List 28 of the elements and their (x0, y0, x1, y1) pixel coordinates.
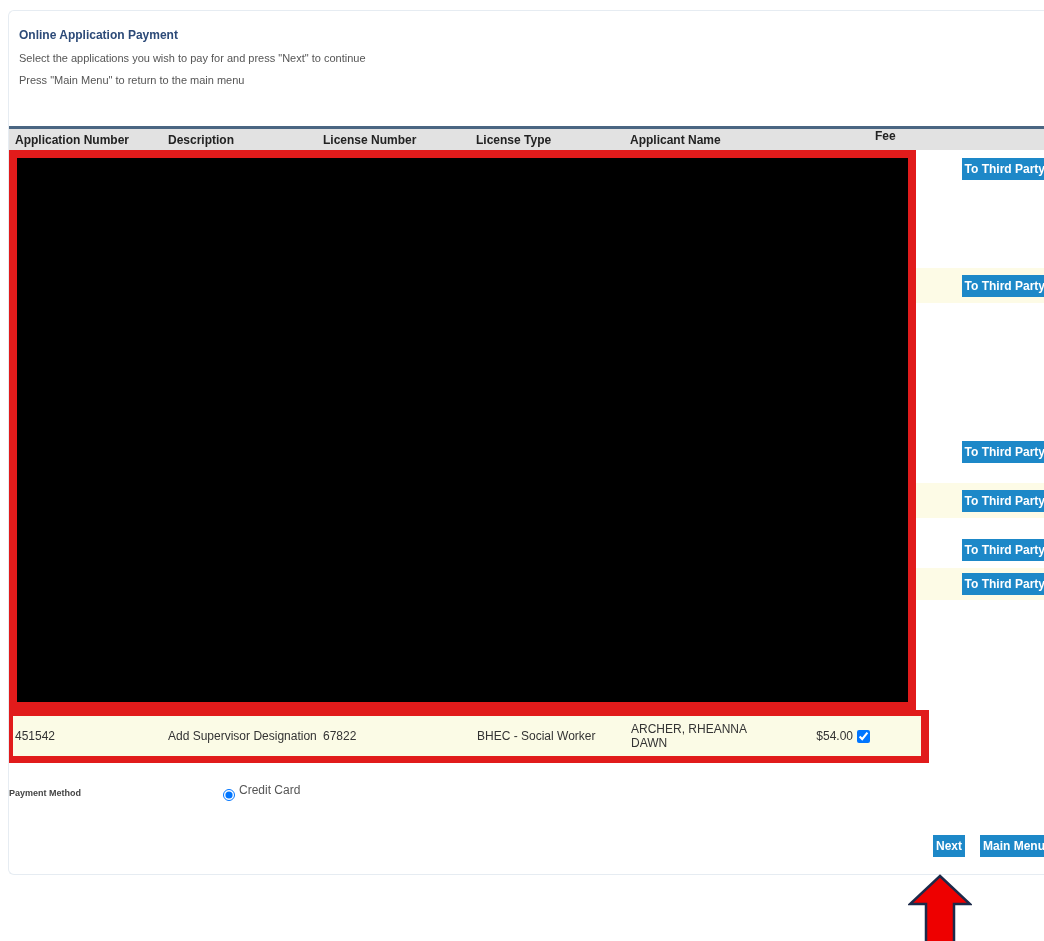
instruction-text: Select the applications you wish to pay for and press "Next" to continue (19, 52, 367, 64)
third-party-button[interactable]: To Third Party (961, 441, 1044, 463)
column-header: License Number (323, 132, 418, 147)
third-party-button[interactable]: To Third Party (961, 158, 1044, 180)
up-arrow-icon (908, 874, 972, 941)
radio-label: Credit Card (239, 783, 301, 797)
instruction-text: Press "Main Menu" to return to the main menu (19, 74, 246, 86)
row-checkbox[interactable] (857, 729, 870, 743)
column-header: Application Number (14, 132, 130, 147)
table-cell-text: BHEC - Social Worker (477, 729, 597, 743)
table-cell-text: 67822 (323, 729, 358, 743)
column-header: Applicant Name (630, 132, 722, 147)
table-cell-text: ARCHER, RHEANNA DAWN (631, 722, 748, 750)
third-party-button[interactable]: To Third Party (961, 274, 1044, 297)
third-party-button[interactable]: To Third Party (961, 489, 1044, 512)
column-header: Fee (875, 128, 896, 143)
table-cell-text: Add Supervisor Designation (168, 729, 318, 743)
radio-button[interactable] (223, 789, 235, 801)
page-title: Online Application Payment (19, 28, 179, 42)
action-button[interactable]: Next (933, 835, 965, 857)
action-button[interactable]: Main Menu (980, 835, 1044, 857)
column-header: Description (168, 132, 235, 147)
third-party-button[interactable]: To Third Party (961, 539, 1044, 561)
third-party-button[interactable]: To Third Party (961, 573, 1044, 595)
table-cell-text: $54.00 (815, 729, 854, 743)
field-label: Payment Method (9, 788, 82, 798)
table-cell-text: 451542 (14, 729, 57, 743)
column-header: License Type (476, 132, 553, 147)
